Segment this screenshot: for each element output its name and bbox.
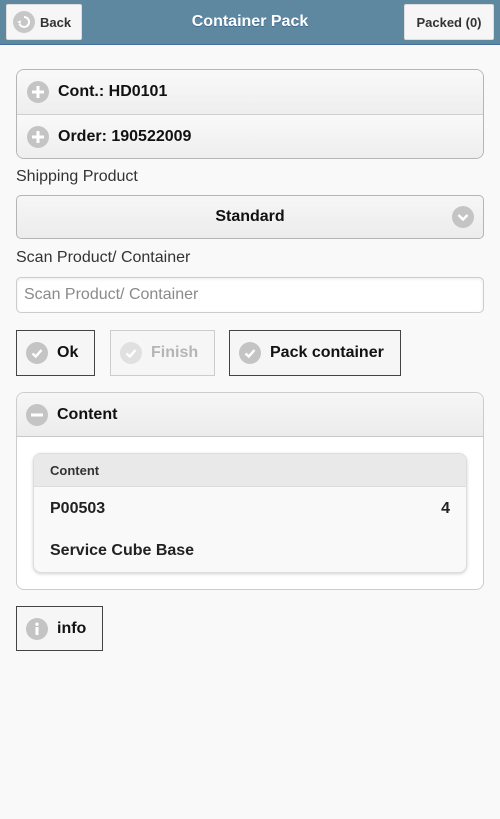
back-button-label: Back xyxy=(40,14,72,30)
pack-container-button[interactable]: Pack container xyxy=(229,330,401,376)
info-button[interactable]: info xyxy=(16,606,103,651)
pack-container-button-label: Pack container xyxy=(270,344,384,361)
item-quantity: 4 xyxy=(441,500,450,517)
chevron-down-icon xyxy=(452,206,474,228)
plus-icon xyxy=(27,125,49,148)
packed-button[interactable]: Packed (0) xyxy=(404,4,494,40)
scan-input[interactable] xyxy=(16,277,484,313)
check-icon xyxy=(239,342,261,364)
back-button[interactable]: Back xyxy=(6,4,82,40)
header-bar: Container Pack Back Packed (0) xyxy=(0,0,500,45)
container-collapsible[interactable]: Cont.: HD0101 xyxy=(17,70,483,114)
finish-button[interactable]: Finish xyxy=(110,330,215,376)
content-list: Content P00503 4 Service Cube Base xyxy=(33,453,467,573)
plus-icon xyxy=(27,81,49,103)
content-collapsible-title: Content xyxy=(57,405,118,423)
scan-label: Scan Product/ Container xyxy=(16,249,191,266)
check-icon xyxy=(26,342,48,364)
container-label: Cont.: HD0101 xyxy=(58,83,168,100)
order-label: Order: 190522009 xyxy=(58,127,192,145)
item-code: P00503 xyxy=(50,500,106,517)
content-list-header: Content xyxy=(34,454,466,487)
packed-button-label: Packed (0) xyxy=(416,14,482,30)
minus-icon xyxy=(26,403,48,426)
content-collapsible: Content Content P00503 4 Service Cube Ba… xyxy=(16,392,484,590)
shipping-product-value: Standard xyxy=(215,208,285,225)
shipping-product-select[interactable]: Standard xyxy=(16,195,484,239)
ok-button[interactable]: Ok xyxy=(16,330,95,376)
info-collapsible-set: Cont.: HD0101 Order: 190522009 xyxy=(16,69,484,159)
back-arrow-icon xyxy=(13,11,35,33)
check-icon xyxy=(120,342,142,364)
list-item-name-row: Service Cube Base xyxy=(50,542,450,560)
item-name: Service Cube Base xyxy=(50,542,195,559)
content-collapsible-header[interactable]: Content xyxy=(17,393,483,437)
shipping-product-label: Shipping Product xyxy=(16,168,138,185)
list-item: P00503 4 xyxy=(50,500,450,518)
ok-button-label: Ok xyxy=(57,344,79,361)
order-collapsible[interactable]: Order: 190522009 xyxy=(17,114,483,158)
info-icon xyxy=(26,617,48,640)
finish-button-label: Finish xyxy=(151,344,199,361)
info-button-label: info xyxy=(57,619,87,637)
